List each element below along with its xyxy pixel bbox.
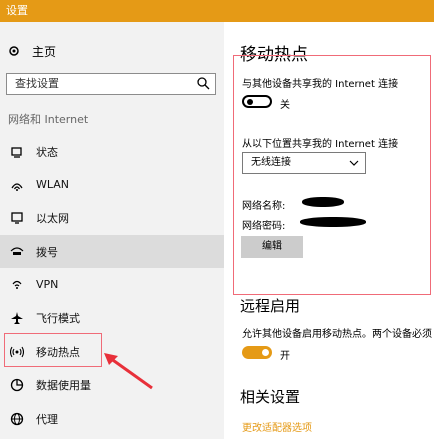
sidebar-home[interactable]: 主页 [8,42,56,60]
toggle-knob [247,99,253,105]
sidebar-item-proxy[interactable]: 代理 [0,402,224,435]
share-from-select[interactable]: 无线连接 [242,152,366,174]
share-from-value: 无线连接 [251,157,291,168]
sidebar-item-label: 状态 [36,145,58,159]
hotspot-settings-highlight-box [233,55,431,295]
share-toggle[interactable] [242,95,272,108]
sidebar-item-wlan[interactable]: WLAN [0,168,224,201]
section-title: 网络和 Internet [8,113,89,126]
wifi-icon [9,177,25,193]
remote-title: 远程启用 [240,297,301,315]
sidebar-item-status[interactable]: 状态 [0,135,224,168]
search-placeholder: 查找设置 [15,77,59,90]
edit-button[interactable]: 编辑 [241,236,303,258]
sidebar-item-label: 飞行模式 [36,311,80,325]
sidebar-item-label: VPN [36,278,59,291]
sidebar-item-label: 以太网 [36,211,69,225]
redacted-network-name [302,197,344,207]
status-icon [9,144,25,160]
adapter-options-link[interactable]: 更改适配器选项 [242,419,312,434]
main-content: 移动热点 与其他设备共享我的 Internet 连接 关 从以下位置共享我的 I… [224,22,434,439]
related-title: 相关设置 [240,388,301,406]
sidebar-item-label: 数据使用量 [36,378,91,392]
share-from-label: 从以下位置共享我的 Internet 连接 [242,139,399,150]
chevron-down-icon [349,160,359,166]
ethernet-icon [9,210,25,226]
pointer-arrow-icon [104,353,153,390]
search-input[interactable]: 查找设置 [6,73,216,95]
sidebar-item-airplane[interactable]: 飞行模式 [0,301,224,334]
search-icon [197,77,210,90]
toggle-knob [262,349,269,356]
airplane-icon [9,310,25,326]
home-gear-icon [9,46,19,56]
share-toggle-state: 关 [280,100,290,111]
window-title: 设置 [0,0,434,22]
sidebar-item-ethernet[interactable]: 以太网 [0,201,224,234]
data-usage-icon [9,377,25,393]
remote-toggle[interactable] [242,346,272,359]
vpn-icon [9,277,25,293]
remote-toggle-state: 开 [280,351,290,362]
dialup-icon [9,244,25,260]
network-password-label: 网络密码: [242,221,286,232]
sidebar-item-label: WLAN [36,178,70,191]
sidebar-item-label: 拨号 [36,245,58,259]
network-name-label: 网络名称: [242,201,286,212]
proxy-icon [9,411,25,427]
sidebar-item-vpn[interactable]: VPN [0,268,224,301]
sidebar-item-label: 代理 [36,412,58,426]
home-label: 主页 [32,44,57,59]
redacted-network-password [300,217,366,227]
sidebar-item-dialup[interactable]: 拨号 [0,235,224,268]
hotspot-highlight-box [4,333,102,367]
share-label: 与其他设备共享我的 Internet 连接 [242,79,399,90]
remote-description: 允许其他设备启用移动热点。两个设备必须 [242,329,432,340]
